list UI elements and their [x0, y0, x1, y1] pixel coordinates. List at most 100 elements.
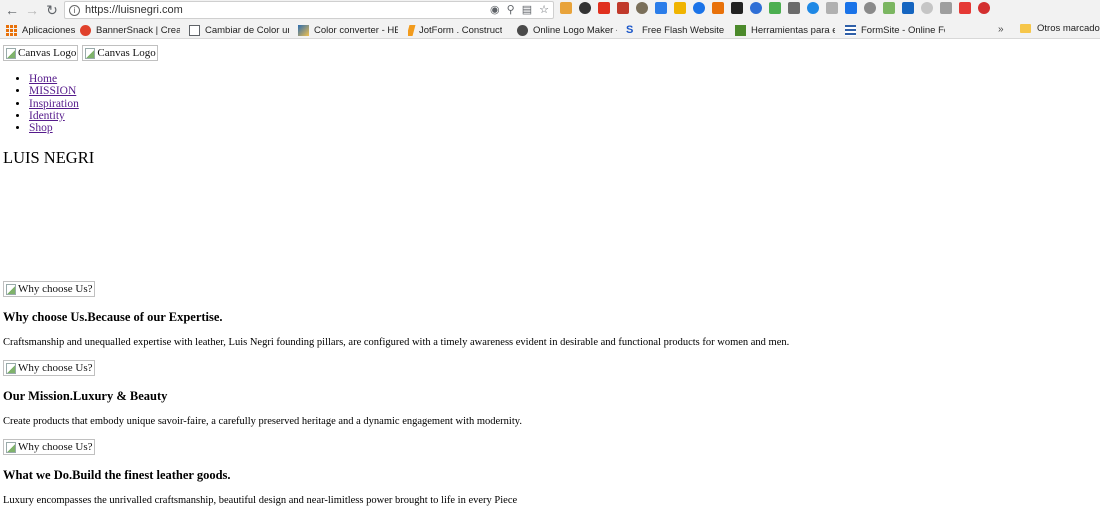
image-alt-text: Why choose Us? — [18, 441, 93, 453]
other-bookmarks-label: Otros marcadore — [1037, 23, 1100, 34]
bookmark-label: JotForm . Construct — [419, 24, 503, 36]
bookmark-logo-maker[interactable]: Online Logo Maker - — [517, 23, 617, 37]
reload-icon[interactable]: ↻ — [42, 0, 62, 20]
menu-item-shop: Shop — [29, 122, 1093, 134]
bookmark-label: Color converter - HE — [314, 24, 398, 36]
browser-extension-icon[interactable] — [902, 2, 914, 14]
broken-image-icon — [6, 362, 16, 374]
section-text: Create products that embody unique savoi… — [3, 416, 522, 427]
bookmark-color-converter[interactable]: Color converter - HE — [298, 23, 398, 37]
bookmark-formsite[interactable]: FormSite - Online For — [845, 23, 945, 37]
section-heading: Why choose Us.Because of our Expertise. — [3, 310, 223, 324]
browser-extension-icon[interactable] — [655, 2, 667, 14]
section-image: Why choose Us? — [3, 360, 95, 376]
menu-link-identity[interactable]: Identity — [29, 110, 65, 122]
bookmark-free-flash[interactable]: S Free Flash Website L — [626, 23, 726, 37]
section-image: Why choose Us? — [3, 281, 95, 297]
jotform-icon — [408, 24, 416, 36]
bookmark-label: Aplicaciones — [22, 24, 76, 36]
address-bar[interactable]: i https://luisnegri.com ◉ ⚲ ▤ ☆ — [64, 1, 554, 19]
menu-link-inspiration[interactable]: Inspiration — [29, 98, 79, 110]
main-menu: Home MISSION Inspiration Identity Shop — [3, 73, 1093, 134]
browser-extension-icon[interactable] — [731, 2, 743, 14]
color-converter-icon — [298, 24, 309, 36]
bookmark-cambiar-color[interactable]: Cambiar de Color un — [189, 23, 289, 37]
browser-extension-icon[interactable] — [560, 2, 572, 14]
browser-toolbar: ← → ↻ i https://luisnegri.com ◉ ⚲ ▤ ☆ — [0, 0, 1100, 20]
canvas-logo-image[interactable]: Canvas Logo — [82, 45, 158, 61]
bookmark-jotform[interactable]: JotForm . Construct — [408, 23, 506, 37]
forward-arrow-icon[interactable]: → — [22, 0, 42, 20]
browser-extension-icon[interactable] — [674, 2, 686, 14]
back-arrow-icon[interactable]: ← — [2, 0, 22, 20]
bookmark-bannersnack[interactable]: BannerSnack | Creat — [80, 23, 180, 37]
image-alt-text: Why choose Us? — [18, 283, 93, 295]
other-bookmarks-folder[interactable]: Otros marcadore — [1020, 23, 1100, 34]
bookmark-herramientas[interactable]: Herramientas para el — [735, 23, 835, 37]
browser-extension-icon[interactable] — [807, 2, 819, 14]
browser-extension-icon[interactable] — [864, 2, 876, 14]
browser-extension-icon[interactable] — [921, 2, 933, 14]
browser-extension-icon[interactable] — [693, 2, 705, 14]
section-text: Craftsmanship and unequalled expertise w… — [3, 337, 790, 348]
section-image: Why choose Us? — [3, 439, 95, 455]
brand-title: LUIS NEGRI — [3, 148, 95, 167]
browser-extension-icon[interactable] — [598, 2, 610, 14]
browser-extension-icon[interactable] — [883, 2, 895, 14]
bookmarks-overflow-icon[interactable]: » — [998, 24, 1004, 35]
bannersnack-icon — [80, 24, 91, 36]
bookmark-label: Herramientas para el — [751, 24, 835, 36]
cookie-icon[interactable]: ◉ — [490, 4, 500, 16]
logo-alt-text: Canvas Logo — [18, 47, 77, 59]
browser-extension-icon[interactable] — [826, 2, 838, 14]
menu-link-mission[interactable]: MISSION — [29, 85, 76, 97]
browser-extension-icon[interactable] — [712, 2, 724, 14]
browser-extension-icon[interactable] — [845, 2, 857, 14]
menu-item-identity: Identity — [29, 110, 1093, 122]
image-alt-text: Why choose Us? — [18, 362, 93, 374]
flash-s-icon: S — [626, 23, 634, 36]
browser-extension-icon[interactable] — [750, 2, 762, 14]
site-info-icon[interactable]: i — [69, 4, 80, 16]
formsite-icon — [845, 24, 856, 36]
bookmark-label: Online Logo Maker - — [533, 24, 617, 36]
bookmark-label: FormSite - Online For — [861, 24, 945, 36]
page-content: Canvas Logo Canvas Logo Home MISSION Ins… — [3, 45, 1093, 506]
menu-link-home[interactable]: Home — [29, 73, 57, 85]
browser-extension-icon[interactable] — [769, 2, 781, 14]
browser-extension-icon[interactable] — [959, 2, 971, 14]
star-icon[interactable]: ☆ — [539, 4, 549, 16]
menu-link-shop[interactable]: Shop — [29, 122, 53, 134]
broken-image-icon — [6, 283, 16, 295]
menu-item-inspiration: Inspiration — [29, 98, 1093, 110]
browser-extension-icon[interactable] — [617, 2, 629, 14]
menu-item-home: Home — [29, 73, 1093, 85]
zoom-icon[interactable]: ⚲ — [507, 4, 515, 16]
browser-extension-icon[interactable] — [788, 2, 800, 14]
bookmarks-bar: Aplicaciones BannerSnack | Creat Cambiar… — [0, 20, 1100, 39]
url-text: https://luisnegri.com — [85, 4, 183, 16]
herramientas-icon — [735, 24, 746, 36]
logo-row: Canvas Logo Canvas Logo — [3, 45, 1093, 61]
extension-icons — [560, 2, 990, 14]
broken-image-icon — [6, 441, 16, 453]
translate-icon[interactable]: ▤ — [522, 4, 532, 16]
bookmark-label: BannerSnack | Creat — [96, 24, 180, 36]
browser-extension-icon[interactable] — [940, 2, 952, 14]
page-icon — [189, 24, 200, 36]
menu-item-mission: MISSION — [29, 85, 1093, 97]
broken-image-icon — [6, 47, 16, 59]
bookmark-apps[interactable]: Aplicaciones — [6, 23, 76, 37]
browser-extension-icon[interactable] — [579, 2, 591, 14]
browser-extension-icon[interactable] — [636, 2, 648, 14]
broken-image-icon — [85, 47, 96, 59]
logo-alt-text: Canvas Logo — [97, 47, 156, 59]
browser-extension-icon[interactable] — [978, 2, 990, 14]
section-heading: What we Do.Build the finest leather good… — [3, 468, 231, 482]
folder-icon — [1020, 24, 1031, 33]
canvas-logo-image[interactable]: Canvas Logo — [3, 45, 79, 61]
bookmark-label: Free Flash Website L — [642, 24, 726, 36]
section-text: Luxury encompasses the unrivalled crafts… — [3, 495, 518, 506]
section-heading: Our Mission.Luxury & Beauty — [3, 389, 168, 403]
bookmark-label: Cambiar de Color un — [205, 24, 289, 36]
